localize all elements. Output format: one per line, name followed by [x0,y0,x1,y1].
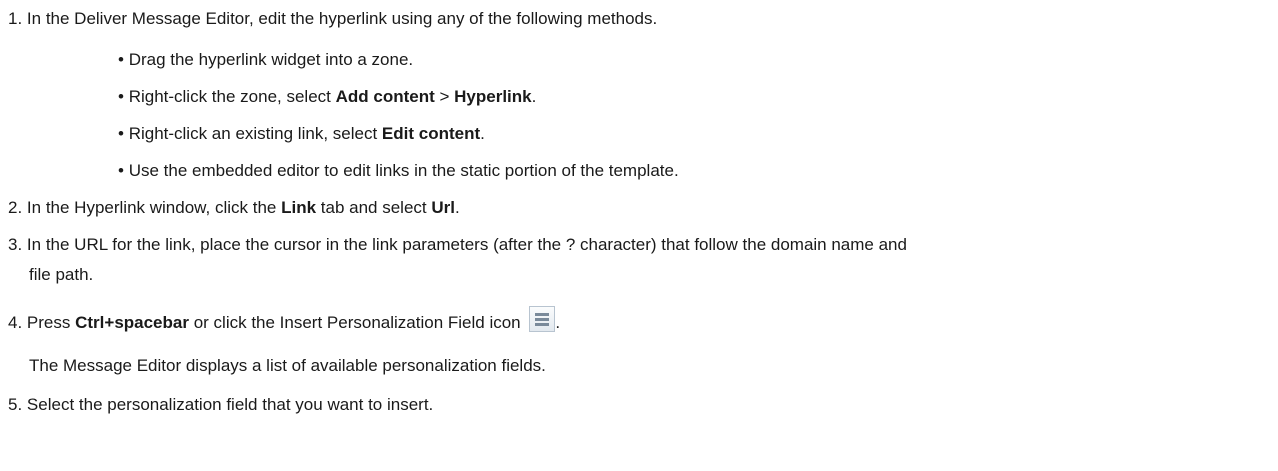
step-text: In the Deliver Message Editor, edit the … [26,9,658,28]
bullet-item: • Use the embedded editor to edit links … [118,160,679,182]
bullet-item: • Right-click an existing link, select E… [118,123,485,145]
bullet-text: Use the embedded editor to edit links in… [128,161,679,180]
menu-edit-content: Edit content [381,124,481,143]
step-3: 3. In the URL for the link, place the cu… [8,234,907,256]
step-text-end: . [555,313,561,332]
menu-separator: > [434,87,455,106]
option-url: Url [431,198,455,217]
step-text: file path. [29,265,94,284]
step-number: 4. [8,313,23,332]
bullet-item: • Right-click the zone, select Add conte… [118,86,536,108]
menu-hyperlink: Hyperlink [454,87,532,106]
bullet-marker: • [118,87,124,106]
insert-personalization-field-icon [529,306,556,332]
step-2: 2. In the Hyperlink window, click the Li… [8,197,460,219]
step-text-mid: tab and select [316,198,432,217]
menu-add-content: Add content [335,87,435,106]
shortcut-ctrl-spacebar: Ctrl+spacebar [75,313,189,332]
step-text: Select the personalization field that yo… [26,395,434,414]
step-text: Press [26,313,76,332]
bullet-marker: • [118,161,124,180]
bullet-text-end: . [480,124,485,143]
bullet-text: Drag the hyperlink widget into a zone. [128,50,414,69]
step-number: 5. [8,395,23,414]
tab-link: Link [281,198,317,217]
bullet-marker: • [118,50,124,69]
step-1: 1. In the Deliver Message Editor, edit t… [8,8,657,30]
bullet-text: Right-click the zone, select [128,87,336,106]
bullet-marker: • [118,124,124,143]
step-result-text: The Message Editor displays a list of av… [29,356,546,375]
step-text-end: . [454,198,460,217]
step-text-mid: or click the Insert Personalization Fiel… [188,313,526,332]
step-3-continuation: file path. [29,264,93,286]
bullet-text-end: . [531,87,537,106]
step-text: In the Hyperlink window, click the [26,198,282,217]
bullet-text: Right-click an existing link, select [128,124,382,143]
step-5: 5. Select the personalization field that… [8,394,433,416]
step-number: 1. [8,9,23,28]
step-number: 3. [8,235,23,254]
step-number: 2. [8,198,23,217]
step-text: In the URL for the link, place the curso… [26,235,907,254]
bullet-item: • Drag the hyperlink widget into a zone. [118,49,413,71]
step-4-result: The Message Editor displays a list of av… [29,355,546,377]
step-4: 4. Press Ctrl+spacebar or click the Inse… [8,306,560,334]
